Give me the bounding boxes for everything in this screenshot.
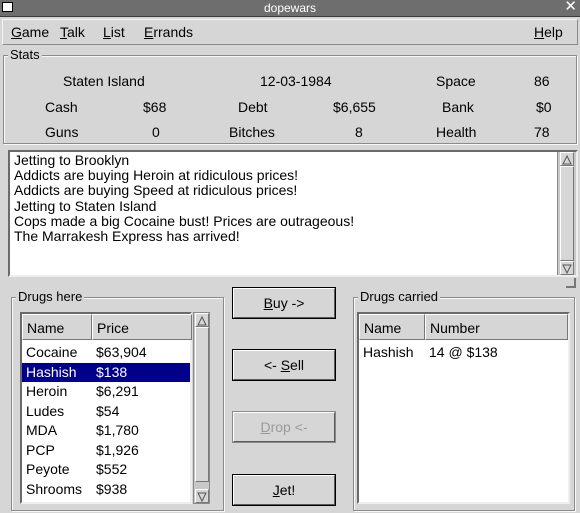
menu-list[interactable]: List — [103, 24, 125, 40]
close-icon[interactable]: ✕ — [564, 0, 577, 15]
cash-label: Cash — [45, 99, 78, 115]
log-line: Addicts are buying Speed at ridiculous p… — [14, 182, 298, 199]
log-line: Cops made a big Cocaine bust! Prices are… — [14, 212, 355, 229]
menu-talk[interactable]: Talk — [60, 24, 85, 40]
guns-value: 0 — [152, 124, 160, 140]
menu-game[interactable]: Game — [11, 24, 49, 40]
column-header-price[interactable]: Price — [92, 314, 192, 340]
drug-price: $938 — [96, 480, 128, 497]
resize-grip-icon[interactable] — [566, 278, 576, 288]
drug-name: Ludes — [26, 402, 65, 419]
drug-name: MDA — [26, 422, 58, 438]
list-item[interactable]: Hashish $138 — [22, 362, 190, 382]
drugs-carried-label: Drugs carried — [358, 289, 441, 304]
drug-name: PCP — [26, 441, 55, 458]
scroll-thumb[interactable] — [560, 166, 574, 261]
date-value: 12-03-1984 — [260, 73, 332, 89]
bank-value: $0 — [536, 99, 552, 115]
drug-price: $552 — [96, 461, 128, 477]
jet-button[interactable]: Jet! — [232, 474, 336, 506]
location-value: Staten Island — [63, 73, 145, 89]
drug-price: $63,904 — [96, 344, 147, 360]
drug-price: $54 — [96, 402, 120, 419]
drug-price: $1,926 — [96, 441, 139, 458]
drugs-carried-list[interactable]: Name Number Hashish 14 @ $138 — [357, 312, 570, 504]
sell-button[interactable]: <- Sell — [232, 349, 336, 381]
column-header-number[interactable]: Number — [425, 314, 568, 340]
health-label: Health — [436, 124, 477, 140]
scroll-down-icon[interactable] — [195, 489, 209, 503]
scroll-up-icon[interactable] — [195, 313, 209, 327]
log-line: Jetting to Staten Island — [14, 197, 157, 214]
debt-value: $6,655 — [333, 99, 376, 115]
health-value: 78 — [534, 124, 550, 140]
drugs-here-frame: Drugs here Name Price Cocaine $63,904 Hash… — [11, 290, 224, 511]
list-item[interactable]: Cocaine $63,904 — [22, 343, 190, 362]
list-item[interactable]: Hashish 14 @ $138 — [359, 343, 568, 362]
log-line: Jetting to Brooklyn — [14, 152, 130, 168]
stats-frame: Stats Staten Island 12-03-1984 Space 86 … — [3, 48, 577, 144]
bitches-label: Bitches — [229, 124, 275, 140]
list-item[interactable]: Heroin $6,291 — [22, 382, 190, 401]
drugs-here-scrollbar[interactable] — [193, 312, 210, 504]
space-label: Space — [436, 73, 476, 89]
list-item[interactable]: MDA $1,780 — [22, 421, 190, 440]
drug-price: $1,780 — [96, 422, 139, 438]
message-log[interactable]: Jetting to Brooklyn Addicts are buying H… — [8, 150, 578, 277]
drug-name: Cocaine — [26, 344, 78, 360]
log-scrollbar[interactable] — [557, 152, 576, 275]
drop-button[interactable]: Drop <- — [232, 411, 336, 443]
menu-errands[interactable]: Errands — [144, 24, 193, 40]
stats-label: Stats — [8, 47, 42, 62]
drugs-here-list[interactable]: Name Price Cocaine $63,904 Hashish $138 Hero… — [20, 312, 192, 504]
drug-name: Hashish — [363, 344, 414, 360]
drug-name: Shrooms — [26, 480, 83, 497]
log-line: The Marrakesh Express has arrived! — [14, 228, 240, 245]
window-title: dopewars — [263, 1, 317, 15]
scroll-up-icon[interactable] — [560, 152, 574, 166]
guns-label: Guns — [45, 124, 79, 140]
space-value: 86 — [534, 73, 550, 89]
drug-price: $138 — [96, 363, 128, 380]
log-text: Jetting to Brooklyn Addicts are buying H… — [14, 152, 554, 245]
bank-label: Bank — [442, 99, 474, 115]
drug-name: Hashish — [26, 363, 77, 380]
title-bar: dopewars ✕ — [0, 0, 580, 17]
bitches-value: 8 — [355, 124, 363, 140]
column-header-name[interactable]: Name — [22, 314, 92, 340]
buy-button[interactable]: Buy -> — [232, 287, 336, 319]
drug-name: Heroin — [26, 383, 68, 399]
drugs-carried-frame: Drugs carried Name Number Hashish 14 @ $1… — [353, 290, 575, 511]
debt-label: Debt — [238, 99, 268, 115]
drug-name: Peyote — [26, 461, 70, 477]
list-item[interactable]: Ludes $54 — [22, 402, 190, 421]
cash-value: $68 — [143, 99, 167, 115]
list-item[interactable]: Peyote $552 — [22, 460, 190, 479]
column-header-name[interactable]: Name — [359, 314, 425, 340]
list-item[interactable]: PCP $1,926 — [22, 441, 190, 460]
list-item[interactable]: Shrooms $938 — [22, 480, 190, 499]
drug-price: $6,291 — [96, 383, 139, 399]
scroll-thumb[interactable] — [195, 327, 209, 482]
drugs-here-label: Drugs here — [16, 289, 85, 304]
log-line: Addicts are buying Heroin at ridiculous … — [14, 167, 299, 184]
drug-number: 14 @ $138 — [429, 344, 498, 360]
menu-help[interactable]: Help — [534, 24, 563, 40]
menu-bar: Game Talk List Errands Help — [2, 19, 578, 45]
scroll-down-icon[interactable] — [560, 261, 574, 275]
